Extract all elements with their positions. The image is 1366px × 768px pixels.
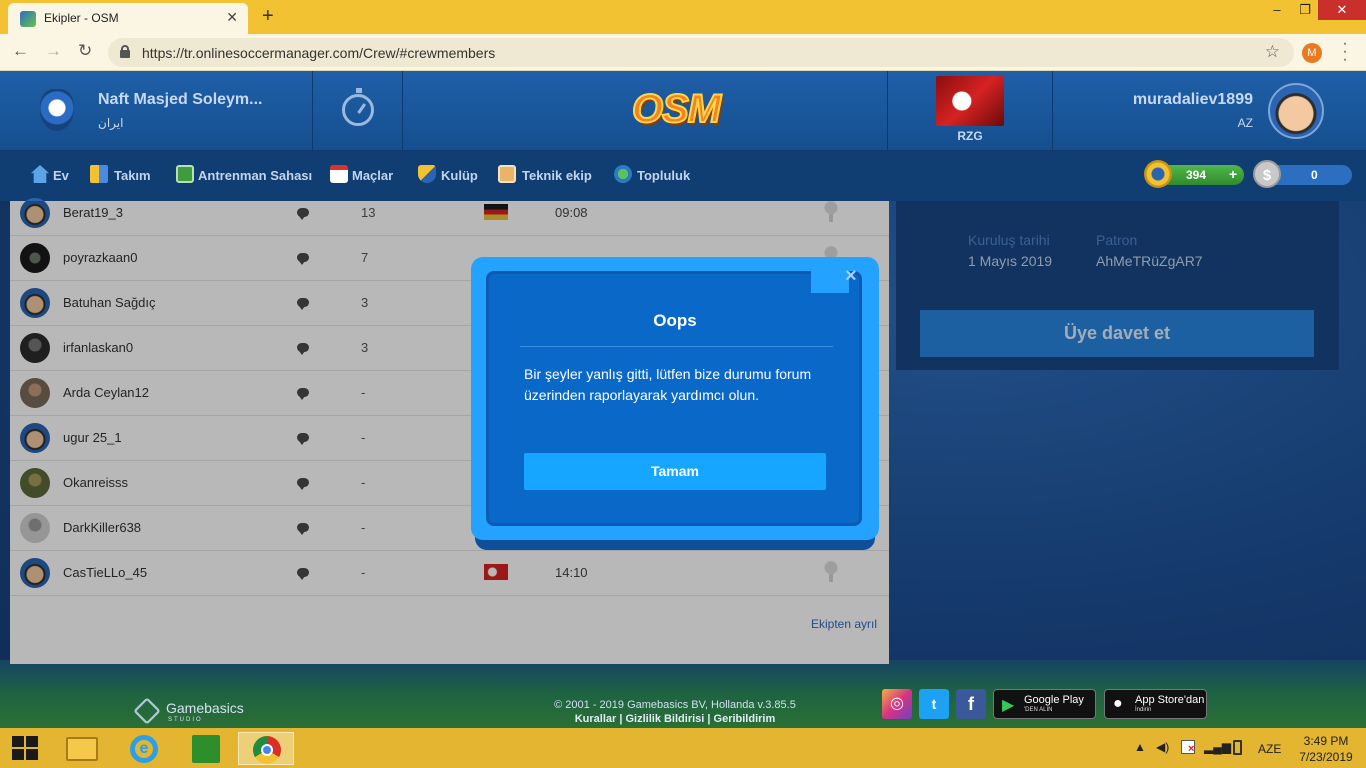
shirt-icon[interactable] — [90, 165, 108, 183]
cash-count: 0 — [1311, 168, 1318, 182]
instagram-icon[interactable]: ◎ — [882, 689, 912, 719]
nav-item-community[interactable]: Topluluk — [637, 168, 690, 183]
header-divider — [887, 71, 888, 151]
bookmark-star-icon[interactable]: ☆ — [1265, 42, 1280, 62]
facebook-icon[interactable]: f — [956, 689, 986, 719]
header-divider — [312, 71, 313, 151]
nav-item-training[interactable]: Antrenman Sahası — [198, 168, 312, 183]
cash-coin-icon[interactable]: $ — [1253, 160, 1281, 188]
lock-icon[interactable] — [120, 45, 130, 58]
training-field-icon[interactable] — [176, 165, 194, 183]
app-store-button[interactable]: ● App Store'dan İndirin — [1104, 689, 1207, 719]
header-divider — [402, 71, 403, 151]
forward-arrow-icon[interactable]: → — [45, 41, 62, 61]
taskbar-file-explorer[interactable] — [54, 732, 110, 765]
windows-start-icon[interactable] — [12, 736, 38, 760]
speaker-icon[interactable]: ◀) — [1156, 740, 1169, 754]
clock-date[interactable]: 7/23/2019 — [1296, 750, 1356, 764]
google-play-title: Google Play — [1024, 694, 1084, 706]
manager-country: AZ — [1237, 116, 1253, 130]
app-store-title: App Store'dan — [1135, 694, 1205, 706]
crew-flag-icon[interactable] — [936, 76, 1004, 126]
action-center-flag-icon[interactable] — [1181, 740, 1195, 755]
window-close-button[interactable]: ✕ — [1318, 0, 1366, 20]
dialog-message: Bir şeyler yanlış gitti, lütfen bize dur… — [524, 366, 812, 403]
reload-icon[interactable]: ↻ — [78, 41, 92, 61]
folder-icon — [66, 737, 98, 761]
globe-icon[interactable] — [614, 165, 632, 183]
network-signal-icon[interactable]: ▂▄▆ — [1204, 740, 1231, 754]
internet-explorer-icon: e — [130, 735, 158, 763]
taskbar-store[interactable] — [178, 732, 234, 765]
close-icon[interactable]: × — [845, 265, 857, 288]
osm-logo[interactable]: OSM — [631, 86, 722, 132]
header-divider — [1052, 71, 1053, 151]
nav-item-staff[interactable]: Teknik ekip — [522, 168, 592, 183]
show-hidden-icons[interactable]: ▲ — [1134, 740, 1146, 754]
apple-icon: ● — [1113, 695, 1123, 712]
app-store-sub: İndirin — [1135, 707, 1152, 713]
url-text[interactable]: https://tr.onlinesoccermanager.com/Crew/… — [142, 45, 495, 61]
input-language[interactable]: AZE — [1258, 742, 1281, 756]
browser-tab[interactable]: Ekipler - OSM ✕ — [8, 3, 248, 34]
address-bar[interactable]: https://tr.onlinesoccermanager.com/Crew/… — [108, 38, 1294, 67]
club-country: ایران — [98, 116, 124, 130]
home-icon[interactable] — [31, 165, 49, 183]
clock-time[interactable]: 3:49 PM — [1296, 734, 1356, 748]
stopwatch-icon[interactable] — [342, 88, 374, 126]
nav-item-team[interactable]: Takım — [114, 168, 151, 183]
nav-item-matches[interactable]: Maçlar — [352, 168, 393, 183]
manager-avatar[interactable] — [1268, 83, 1324, 139]
boss-coin-icon[interactable] — [1144, 160, 1172, 188]
dialog-corner-tab — [811, 267, 849, 293]
tab-title: Ekipler - OSM — [44, 11, 119, 25]
dialog-title: Oops — [653, 311, 697, 330]
window-minimize-button[interactable]: – — [1262, 0, 1292, 20]
twitter-icon[interactable]: t — [919, 689, 949, 719]
windows-taskbar: e ▲ ◀) ▂▄▆ AZE 3:49 PM 7/23/2019 — [0, 728, 1366, 768]
site-footer: Gamebasics STUDIO © 2001 - 2019 Gamebasi… — [0, 664, 1366, 728]
chrome-icon — [253, 736, 281, 764]
new-tab-button[interactable]: + — [262, 5, 274, 28]
browser-tabbar: Ekipler - OSM ✕ + – ❐ ✕ — [0, 0, 1366, 34]
game-header: Naft Masjed Soleym... ایران OSM RZG mura… — [0, 71, 1366, 151]
battery-icon[interactable] — [1233, 740, 1242, 755]
manager-name[interactable]: muradaliev1899 — [1133, 91, 1253, 109]
window-maximize-button[interactable]: ❐ — [1290, 0, 1320, 20]
nav-item-club[interactable]: Kulüp — [441, 168, 478, 183]
google-play-sub: 'DEN ALIN — [1024, 707, 1053, 713]
browser-menu-icon[interactable]: · · · — [1340, 36, 1350, 68]
add-coins-button[interactable]: + — [1229, 166, 1237, 182]
club-name[interactable]: Naft Masjed Soleym... — [98, 91, 263, 109]
store-icon — [192, 735, 220, 763]
calendar-icon[interactable] — [330, 165, 348, 183]
tab-close-icon[interactable]: ✕ — [226, 9, 238, 26]
staff-icon[interactable] — [498, 165, 516, 183]
club-shield-icon[interactable] — [418, 165, 436, 183]
taskbar-chrome[interactable] — [238, 732, 294, 765]
ok-button[interactable]: Tamam — [524, 453, 826, 490]
back-arrow-icon[interactable]: ← — [12, 41, 29, 61]
profile-avatar[interactable]: M — [1302, 43, 1322, 63]
osm-favicon-icon — [20, 11, 36, 27]
browser-toolbar: ← → ↻ https://tr.onlinesoccermanager.com… — [0, 34, 1366, 71]
google-play-button[interactable]: ▶ Google Play 'DEN ALIN — [993, 689, 1096, 719]
taskbar-internet-explorer[interactable]: e — [116, 732, 172, 765]
crew-tag: RZG — [957, 129, 983, 143]
boss-coin-count: 394 — [1186, 168, 1207, 182]
nav-item-home[interactable]: Ev — [53, 168, 69, 183]
google-play-icon: ▶ — [1002, 697, 1015, 714]
dialog-divider — [520, 346, 833, 347]
error-dialog: × Oops Bir şeyler yanlış gitti, lütfen b… — [471, 257, 879, 550]
club-badge-icon[interactable] — [40, 89, 74, 131]
